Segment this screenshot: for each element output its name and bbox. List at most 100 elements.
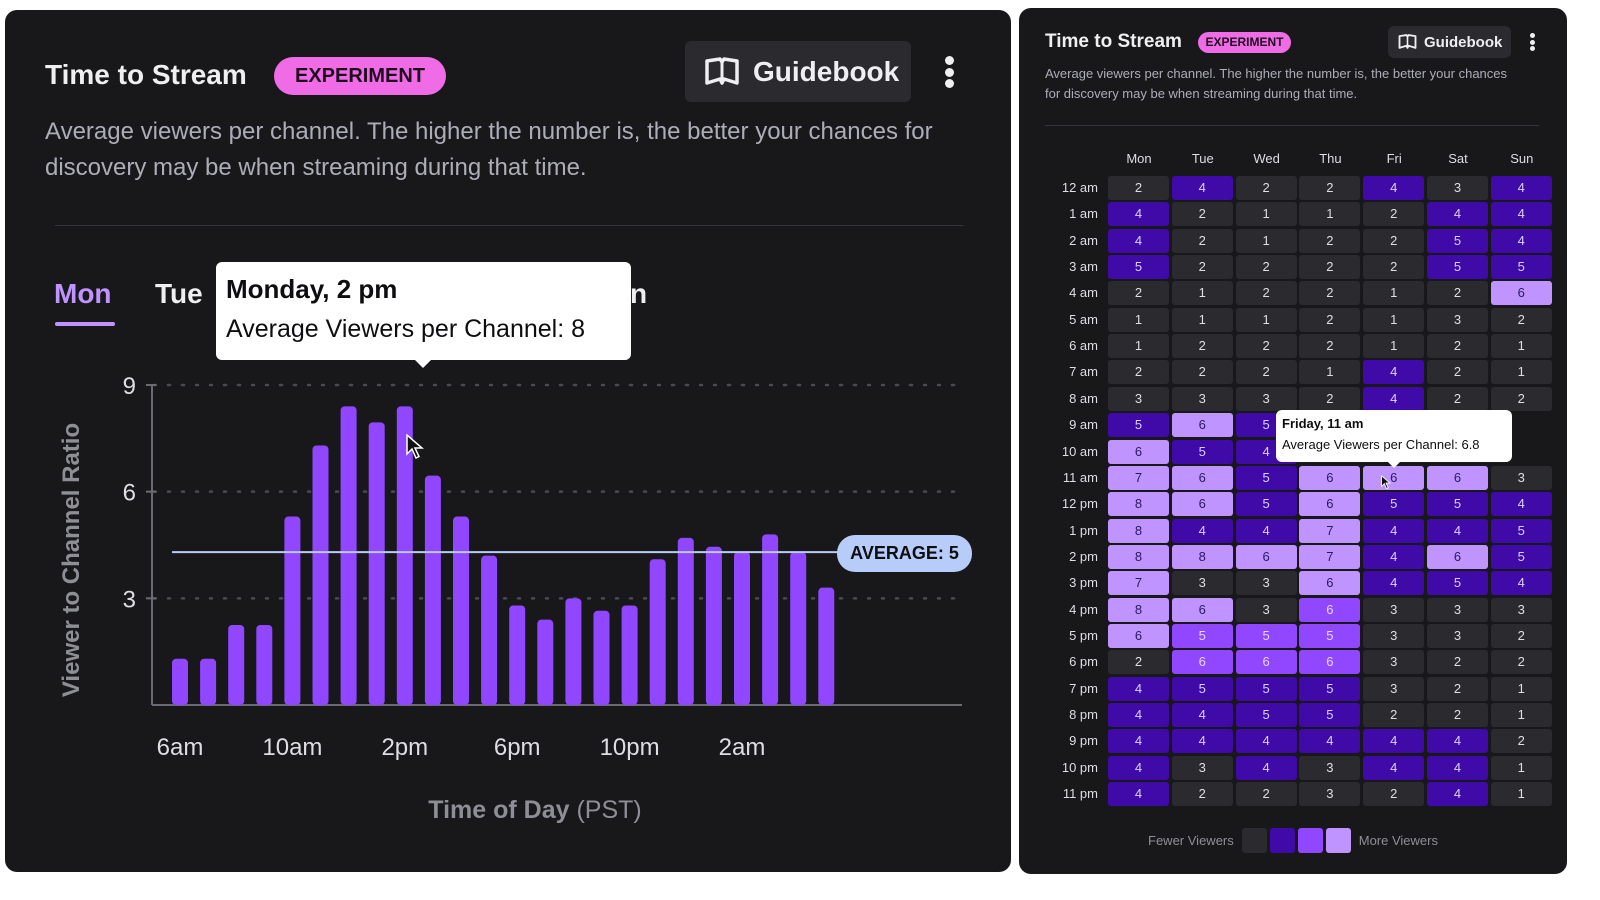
heatmap-cell[interactable]: 2 xyxy=(1427,334,1488,359)
heatmap-cell[interactable]: 3 xyxy=(1171,386,1233,411)
heatmap-cell[interactable]: 1 xyxy=(1490,334,1552,359)
heatmap-cell[interactable]: 2 xyxy=(1235,782,1297,807)
heatmap-cell[interactable]: 1 xyxy=(1299,360,1361,385)
heatmap-cell[interactable]: 6 xyxy=(1171,650,1233,675)
bar[interactable] xyxy=(312,445,329,705)
heatmap-cell[interactable]: 7 xyxy=(1108,465,1169,490)
heatmap-cell[interactable]: 2 xyxy=(1427,281,1488,306)
heatmap-cell[interactable]: 5 xyxy=(1427,571,1488,596)
heatmap-cell[interactable]: 2 xyxy=(1363,703,1425,727)
heatmap-cell[interactable]: 3 xyxy=(1427,623,1488,648)
heatmap-cell[interactable]: 2 xyxy=(1171,782,1233,807)
heatmap-cell[interactable]: 4 xyxy=(1108,202,1169,227)
heatmap-cell[interactable]: 6 xyxy=(1427,465,1488,490)
heatmap-cell[interactable]: 1 xyxy=(1235,202,1297,227)
heatmap-cell[interactable]: 3 xyxy=(1299,755,1361,780)
heatmap-cell[interactable]: 1 xyxy=(1490,782,1552,807)
heatmap-cell[interactable]: 1 xyxy=(1299,202,1361,227)
bar[interactable] xyxy=(649,559,666,705)
heatmap-cell[interactable]: 8 xyxy=(1108,492,1169,517)
heatmap-cell[interactable]: 2 xyxy=(1235,281,1297,306)
heatmap-cell[interactable]: 2 xyxy=(1235,334,1297,359)
heatmap-cell[interactable]: 1 xyxy=(1363,307,1425,332)
heatmap-cell[interactable]: 1 xyxy=(1363,334,1425,359)
heatmap-cell[interactable]: 5 xyxy=(1235,465,1297,490)
heatmap-cell[interactable]: 2 xyxy=(1490,623,1552,648)
bar[interactable] xyxy=(565,598,582,705)
heatmap-cell[interactable]: 3 xyxy=(1108,386,1169,411)
heatmap-cell[interactable]: 1 xyxy=(1171,307,1233,332)
heatmap-cell[interactable]: 3 xyxy=(1427,176,1488,200)
more-options-button[interactable] xyxy=(1528,33,1536,51)
heatmap-cell[interactable]: 8 xyxy=(1108,597,1169,622)
heatmap-cell[interactable]: 8 xyxy=(1108,518,1169,543)
heatmap-cell[interactable]: 6 xyxy=(1171,413,1233,438)
heatmap-cell[interactable]: 2 xyxy=(1108,650,1169,675)
heatmap-cell[interactable]: 2 xyxy=(1171,228,1233,253)
heatmap-cell[interactable]: 2 xyxy=(1171,360,1233,385)
heatmap-cell[interactable]: 2 xyxy=(1108,176,1169,200)
bar[interactable] xyxy=(340,406,357,705)
heatmap-cell[interactable]: 5 xyxy=(1171,676,1233,701)
heatmap-cell[interactable]: 4 xyxy=(1108,755,1169,780)
heatmap-cell[interactable]: 5 xyxy=(1235,492,1297,517)
bar[interactable] xyxy=(228,625,245,705)
heatmap-cell[interactable]: 4 xyxy=(1171,729,1233,754)
heatmap-cell[interactable]: 4 xyxy=(1490,176,1552,200)
heatmap-cell[interactable]: 7 xyxy=(1299,544,1361,569)
heatmap-cell[interactable]: 4 xyxy=(1235,729,1297,754)
heatmap-cell[interactable]: 6 xyxy=(1171,597,1233,622)
heatmap-cell[interactable]: 5 xyxy=(1427,492,1488,517)
heatmap-cell[interactable]: 2 xyxy=(1427,676,1488,701)
heatmap-cell[interactable]: 1 xyxy=(1490,755,1552,780)
heatmap-cell[interactable]: 4 xyxy=(1363,518,1425,543)
heatmap-cell[interactable]: 4 xyxy=(1427,202,1488,227)
heatmap-cell[interactable]: 6 xyxy=(1363,465,1425,490)
heatmap-cell[interactable]: 3 xyxy=(1490,597,1552,622)
heatmap-cell[interactable]: 6 xyxy=(1299,650,1361,675)
heatmap-cell[interactable]: 4 xyxy=(1171,518,1233,543)
heatmap-cell[interactable]: 5 xyxy=(1299,703,1361,727)
heatmap-cell[interactable]: 3 xyxy=(1490,465,1552,490)
heatmap-cell[interactable]: 2 xyxy=(1299,307,1361,332)
heatmap-cell[interactable]: 6 xyxy=(1235,650,1297,675)
heatmap-cell[interactable]: 1 xyxy=(1363,281,1425,306)
heatmap-cell[interactable]: 6 xyxy=(1235,544,1297,569)
heatmap-cell[interactable]: 8 xyxy=(1108,544,1169,569)
heatmap-cell[interactable]: 4 xyxy=(1363,571,1425,596)
heatmap-cell[interactable]: 5 xyxy=(1299,676,1361,701)
heatmap-cell[interactable]: 5 xyxy=(1363,492,1425,517)
heatmap-cell[interactable]: 4 xyxy=(1427,518,1488,543)
heatmap-cell[interactable]: 3 xyxy=(1171,755,1233,780)
bar[interactable] xyxy=(200,658,217,705)
heatmap-cell[interactable]: 7 xyxy=(1108,571,1169,596)
heatmap-cell[interactable]: 4 xyxy=(1363,360,1425,385)
heatmap-cell[interactable]: 5 xyxy=(1108,255,1169,280)
heatmap-cell[interactable]: 5 xyxy=(1171,439,1233,464)
heatmap-cell[interactable]: 1 xyxy=(1108,307,1169,332)
heatmap-cell[interactable]: 4 xyxy=(1363,755,1425,780)
heatmap-cell[interactable]: 1 xyxy=(1235,307,1297,332)
heatmap-cell[interactable]: 4 xyxy=(1427,782,1488,807)
heatmap-cell[interactable]: 4 xyxy=(1363,386,1425,411)
heatmap-cell[interactable]: 2 xyxy=(1299,228,1361,253)
heatmap-cell[interactable]: 4 xyxy=(1108,729,1169,754)
heatmap-cell[interactable]: 2 xyxy=(1363,255,1425,280)
heatmap-cell[interactable]: 2 xyxy=(1363,202,1425,227)
heatmap-cell[interactable]: 4 xyxy=(1108,228,1169,253)
heatmap-cell[interactable]: 2 xyxy=(1108,360,1169,385)
heatmap-cell[interactable]: 6 xyxy=(1427,544,1488,569)
heatmap-cell[interactable]: 4 xyxy=(1490,202,1552,227)
heatmap-cell[interactable]: 5 xyxy=(1235,703,1297,727)
heatmap-cell[interactable]: 4 xyxy=(1299,729,1361,754)
heatmap-cell[interactable]: 4 xyxy=(1490,228,1552,253)
heatmap-cell[interactable]: 6 xyxy=(1299,492,1361,517)
heatmap-cell[interactable]: 4 xyxy=(1108,703,1169,727)
heatmap-cell[interactable]: 2 xyxy=(1490,386,1552,411)
heatmap-cell[interactable]: 2 xyxy=(1299,255,1361,280)
heatmap-cell[interactable]: 3 xyxy=(1235,571,1297,596)
heatmap-cell[interactable]: 2 xyxy=(1363,782,1425,807)
heatmap-cell[interactable]: 7 xyxy=(1299,518,1361,543)
heatmap-cell[interactable]: 3 xyxy=(1235,386,1297,411)
heatmap-cell[interactable]: 2 xyxy=(1235,360,1297,385)
